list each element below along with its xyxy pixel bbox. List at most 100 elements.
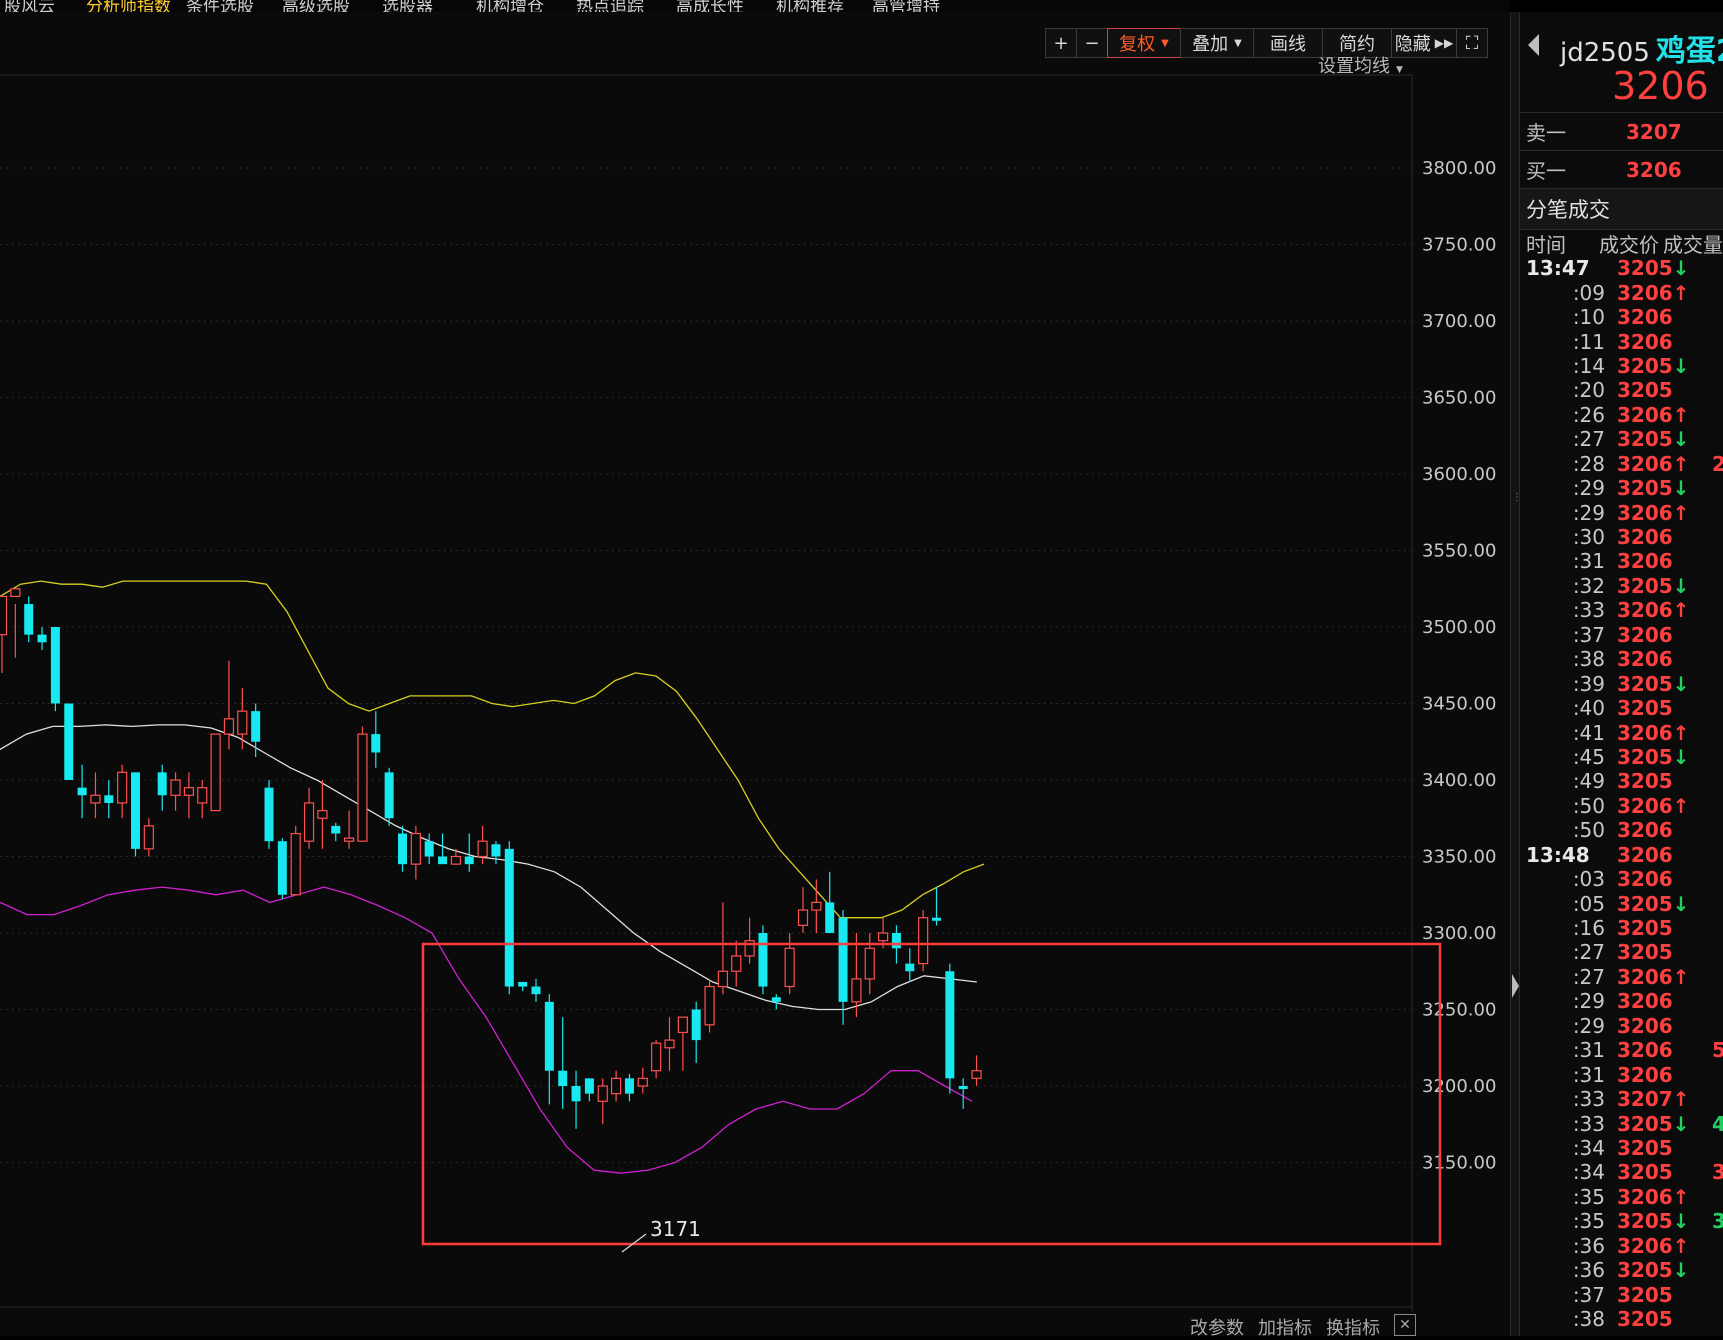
arrow-up-icon: ↑ bbox=[1672, 1087, 1690, 1112]
close-icon[interactable]: ✕ bbox=[1394, 1314, 1416, 1336]
candle-body bbox=[290, 832, 301, 896]
tick-row: :38 3206 bbox=[1520, 647, 1723, 671]
candle-body bbox=[584, 1078, 594, 1094]
tick-price-value: 3206 bbox=[1617, 525, 1673, 550]
arrow-up-icon: ↑ bbox=[1672, 1184, 1690, 1209]
y-axis-tick-label: 3600.00 bbox=[1422, 464, 1496, 485]
tick-price: 3207↑ bbox=[1617, 1087, 1691, 1111]
candle-body bbox=[183, 787, 194, 796]
tick-price-value: 3205 bbox=[1617, 1209, 1673, 1234]
tick-row: :41 3206↑ bbox=[1520, 720, 1723, 745]
tick-time: :35 bbox=[1572, 1209, 1605, 1234]
tick-time: :34 bbox=[1572, 1160, 1605, 1185]
low-annotation-label: 3171 bbox=[650, 1217, 701, 1241]
tick-price-value: 3205 bbox=[1617, 1135, 1673, 1160]
tick-price: 3206 bbox=[1617, 647, 1691, 671]
tick-volume: 3 bbox=[1712, 1209, 1723, 1234]
tick-time: :33 bbox=[1572, 1087, 1605, 1112]
ask1-label: 卖一 bbox=[1526, 121, 1566, 145]
tick-time: :45 bbox=[1572, 744, 1605, 769]
menu-item[interactable]: 条件选股 bbox=[186, 0, 254, 12]
menu-item[interactable]: 分析师指数 bbox=[86, 0, 171, 12]
tick-price-value: 3205 bbox=[1617, 476, 1673, 501]
tick-price-value: 3205 bbox=[1617, 1307, 1673, 1332]
tick-time: :49 bbox=[1572, 769, 1605, 794]
candle-body bbox=[504, 848, 514, 987]
arrow-up-icon: ↑ bbox=[1672, 598, 1690, 623]
switch-indicator-link[interactable]: 换指标 bbox=[1326, 1314, 1380, 1340]
tick-row: :49 3205 bbox=[1520, 769, 1723, 793]
tick-price-value: 3205 bbox=[1617, 891, 1673, 916]
tick-price-value: 3205 bbox=[1617, 916, 1673, 941]
tick-row: :31 3206 bbox=[1520, 549, 1723, 573]
bid1-label: 买一 bbox=[1526, 159, 1566, 183]
ticks-title[interactable]: 分笔成交 bbox=[1520, 189, 1723, 230]
tick-price-value: 3206 bbox=[1617, 329, 1673, 354]
tick-time: :29 bbox=[1572, 476, 1605, 501]
add-indicator-link[interactable]: 加指标 bbox=[1258, 1314, 1312, 1340]
tick-price: 3206↑ bbox=[1617, 721, 1691, 745]
tick-row: :31 3206 5 bbox=[1520, 1038, 1723, 1062]
tick-price: 3206↑ bbox=[1617, 1185, 1691, 1209]
tick-time: :05 bbox=[1572, 891, 1605, 916]
tick-price-value: 3205 bbox=[1617, 744, 1673, 769]
ticks-list[interactable]: 13:47 3205↓:09 3206↑:10 3206:11 3206:14 3205↓… bbox=[1520, 256, 1723, 1331]
menu-item[interactable]: 机构推荐 bbox=[776, 0, 844, 12]
candle-body bbox=[0, 595, 8, 636]
arrow-down-icon: ↓ bbox=[1672, 427, 1690, 452]
candle-body bbox=[264, 787, 274, 842]
candle-body bbox=[758, 933, 768, 987]
candle-body bbox=[877, 932, 889, 942]
tick-row: :29 3206 bbox=[1520, 989, 1723, 1013]
y-axis-tick-label: 3150.00 bbox=[1422, 1153, 1496, 1174]
tick-price-value: 3206 bbox=[1617, 989, 1673, 1014]
candle-body bbox=[558, 1070, 568, 1086]
candle-body bbox=[797, 909, 809, 926]
tick-time: :14 bbox=[1572, 353, 1605, 378]
candle-body bbox=[24, 604, 34, 635]
tick-price-value: 3206 bbox=[1617, 793, 1673, 818]
tick-time: :37 bbox=[1572, 1282, 1605, 1307]
tick-row: :27 3205↓ bbox=[1520, 427, 1723, 451]
collapse-arrow-icon bbox=[1512, 974, 1519, 998]
candle-body bbox=[651, 1042, 662, 1072]
tick-price-value: 3206 bbox=[1617, 818, 1673, 843]
tick-time: 13:47 bbox=[1526, 256, 1590, 281]
menu-item[interactable]: 股风云 bbox=[4, 0, 55, 12]
tick-price-value: 3206 bbox=[1617, 598, 1673, 623]
edit-params-link[interactable]: 改参数 bbox=[1190, 1314, 1244, 1340]
tick-price: 3205↓ bbox=[1617, 745, 1691, 769]
y-axis-tick-label: 3450.00 bbox=[1422, 694, 1496, 715]
arrow-down-icon: ↓ bbox=[1672, 476, 1690, 501]
menu-item[interactable]: 高级选股 bbox=[282, 0, 350, 12]
tick-price: 3205↓ bbox=[1617, 1112, 1691, 1136]
tick-row: :26 3206↑ bbox=[1520, 403, 1723, 427]
candle-body bbox=[131, 772, 140, 849]
menu-item[interactable]: 高管增持 bbox=[872, 0, 940, 12]
menu-item[interactable]: 选股器 bbox=[382, 0, 433, 12]
tick-time: :50 bbox=[1572, 818, 1605, 843]
candle-body bbox=[477, 840, 488, 858]
tick-time: :28 bbox=[1572, 451, 1605, 476]
menu-item[interactable]: 热点追踪 bbox=[576, 0, 644, 12]
menu-item[interactable]: 高成长性 bbox=[676, 0, 744, 12]
tick-price: 3205↓ bbox=[1617, 476, 1691, 500]
menu-item[interactable]: 机构增仓 bbox=[476, 0, 544, 12]
tick-row: :27 3205 bbox=[1520, 940, 1723, 964]
candle-body bbox=[50, 627, 60, 704]
panel-splitter[interactable]: ⋮ bbox=[1510, 12, 1522, 1336]
candle-body bbox=[210, 733, 221, 812]
candle-body bbox=[544, 1001, 554, 1071]
tick-time: :09 bbox=[1572, 280, 1605, 305]
tick-row: :33 3206↑ bbox=[1520, 598, 1723, 622]
back-arrow-icon[interactable] bbox=[1528, 34, 1539, 56]
tick-time: :27 bbox=[1572, 964, 1605, 989]
tick-time: :33 bbox=[1572, 598, 1605, 623]
kline-chart-panel[interactable]: + − 复权 ▼ 叠加 ▼ 画线 简约 隐藏 ▶▶ ⛶ 设置均线 ▼ 3800.00 37… bbox=[0, 12, 1510, 1339]
tick-volume: 2 bbox=[1712, 451, 1723, 476]
ask1-price: 3207 bbox=[1626, 119, 1682, 144]
tick-row: :34 3205 bbox=[1520, 1136, 1723, 1160]
tick-price-value: 3206 bbox=[1617, 500, 1673, 525]
tick-row: :20 3205 bbox=[1520, 378, 1723, 402]
candlestick-chart[interactable]: 3800.00 3750.00 3700.00 3650.00 3600.00 3550.… bbox=[0, 12, 1510, 1312]
